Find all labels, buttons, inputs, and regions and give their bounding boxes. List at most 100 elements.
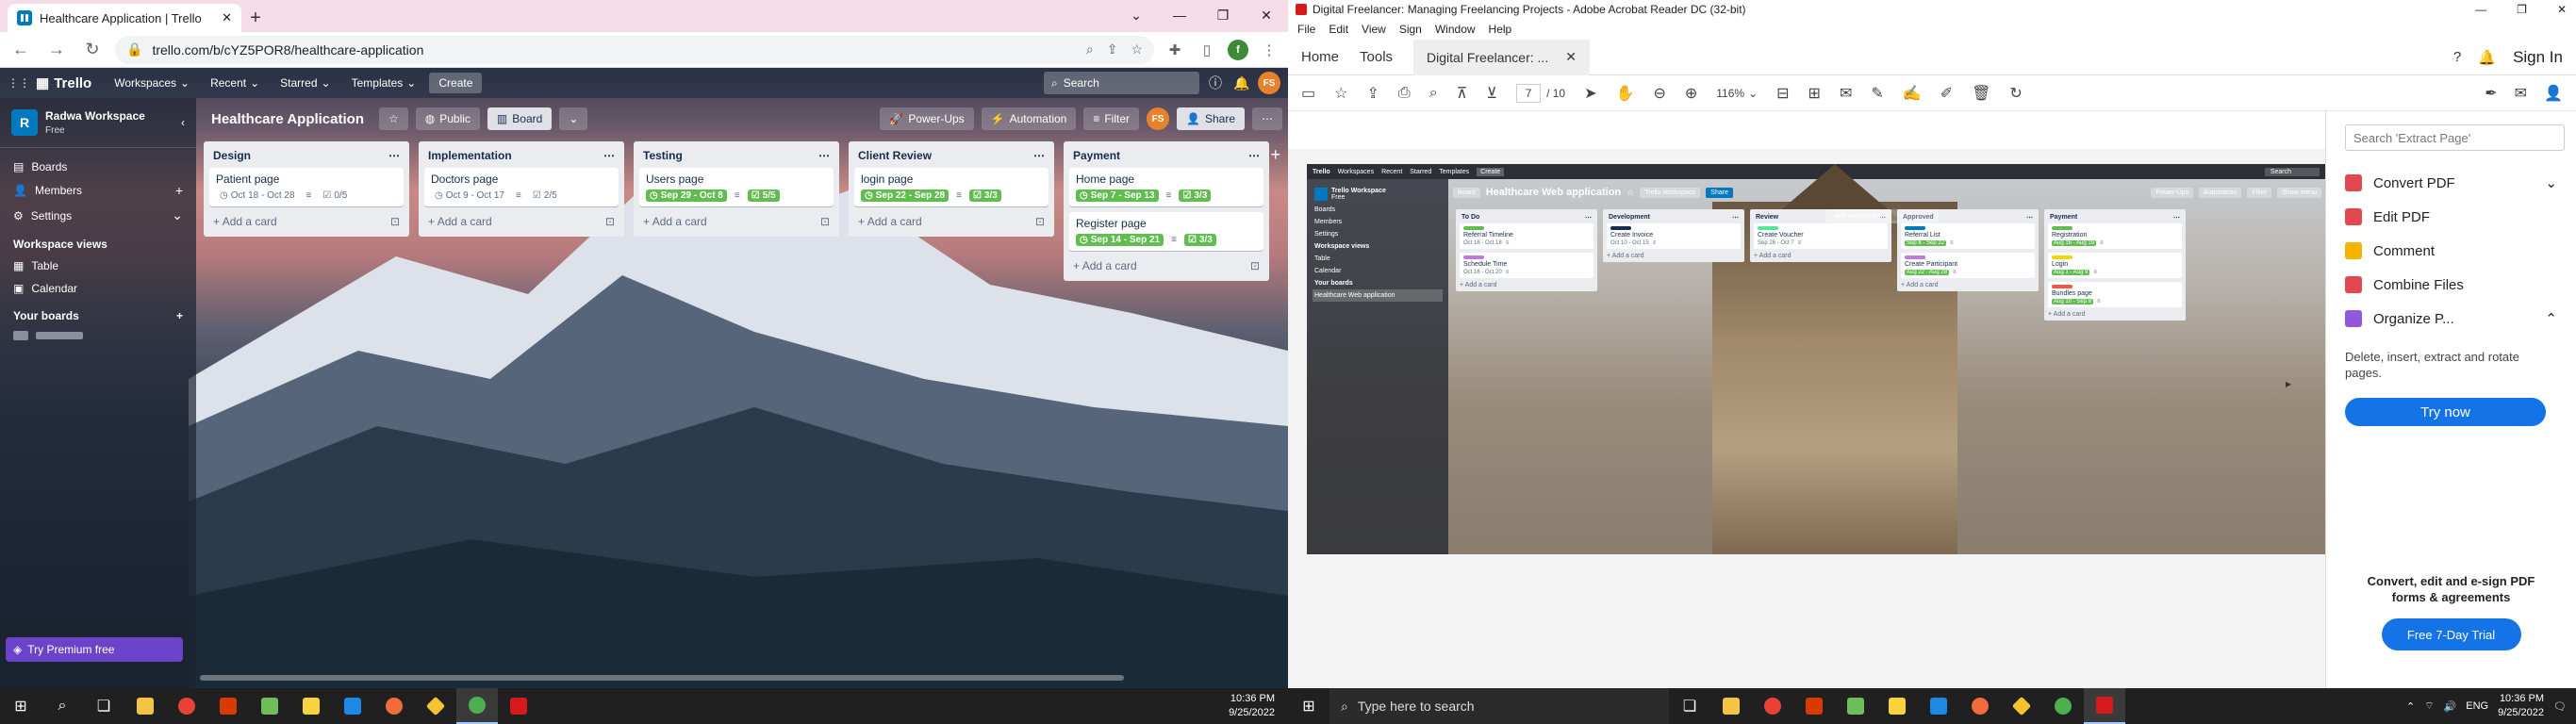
tab-home[interactable]: Home bbox=[1301, 49, 1339, 65]
share-icon[interactable]: ⇪ bbox=[1107, 41, 1118, 58]
trello-logo[interactable]: ▦ Trello bbox=[36, 74, 91, 92]
card-template-icon[interactable]: ⊡ bbox=[1250, 259, 1260, 272]
list-menu-icon[interactable]: ⋯ bbox=[388, 149, 400, 162]
email-icon[interactable]: ✉ bbox=[2515, 84, 2527, 103]
language-indicator[interactable]: ENG bbox=[2466, 700, 2488, 712]
notes-icon[interactable] bbox=[249, 688, 290, 724]
card[interactable]: Register page ◷ Sep 14 - Sep 21 ≡ ☑ 3/3 bbox=[1069, 212, 1263, 251]
help-icon[interactable]: ? bbox=[2453, 49, 2461, 65]
zoom-in-icon[interactable]: ⊕ bbox=[1685, 84, 1697, 103]
tool-item[interactable]: Organize P... ⌃ bbox=[2326, 302, 2576, 336]
restore-button[interactable]: ❐ bbox=[2517, 3, 2527, 16]
back-icon[interactable]: ← bbox=[8, 37, 34, 63]
view-switcher-button[interactable]: ⌄ bbox=[559, 107, 588, 130]
menu-view[interactable]: View bbox=[1362, 23, 1386, 36]
postman-icon[interactable] bbox=[1959, 688, 2001, 724]
card[interactable]: Users page ◷ Sep 29 - Oct 8 ≡ ☑ 5/5 bbox=[639, 168, 834, 206]
network-icon[interactable]: ⌔ bbox=[2424, 699, 2434, 713]
share-button[interactable]: 👤 Share bbox=[1177, 107, 1245, 130]
add-card-button[interactable]: + Add a card ⊡ bbox=[639, 212, 834, 231]
list-menu-icon[interactable]: ⋯ bbox=[1248, 149, 1260, 162]
taskbar-search-box[interactable]: ⌕ Type here to search bbox=[1329, 688, 1669, 724]
draw-icon[interactable]: ✍ bbox=[1903, 84, 1922, 103]
close-button[interactable]: ✕ bbox=[2557, 3, 2567, 16]
vscode-icon[interactable] bbox=[332, 688, 373, 724]
page-down-icon[interactable]: ⊻ bbox=[1486, 84, 1497, 103]
zoom-icon[interactable]: ⌕ bbox=[1086, 41, 1094, 58]
tab-tools[interactable]: Tools bbox=[1360, 49, 1393, 65]
tools-search-input[interactable]: Search 'Extract Page' bbox=[2345, 124, 2565, 151]
list-title[interactable]: Testing bbox=[643, 149, 683, 162]
edit-text-icon[interactable]: ✐ bbox=[1940, 84, 1953, 103]
sign-in-button[interactable]: Sign In bbox=[2513, 48, 2563, 67]
board-menu-button[interactable]: ⋯ bbox=[1252, 107, 1282, 130]
sign-icon[interactable]: ✒ bbox=[2485, 84, 2497, 103]
new-tab-button[interactable]: + bbox=[241, 4, 270, 32]
search-icon[interactable]: ⌕ bbox=[41, 688, 83, 724]
clock[interactable]: 10:36 PM 9/25/2022 bbox=[1229, 692, 1288, 720]
card-template-icon[interactable]: ⊡ bbox=[1035, 215, 1045, 228]
chrome-icon[interactable] bbox=[166, 688, 207, 724]
save-icon[interactable]: ▭ bbox=[1301, 84, 1315, 103]
list-title[interactable]: Implementation bbox=[428, 149, 512, 162]
restore-button[interactable]: ❐ bbox=[1201, 0, 1245, 30]
file-explorer-icon[interactable] bbox=[1710, 688, 1752, 724]
scroll-mode-icon[interactable]: ⊞ bbox=[1808, 84, 1821, 103]
add-card-button[interactable]: + Add a card ⊡ bbox=[854, 212, 1049, 231]
workspace-name[interactable]: Radwa Workspace bbox=[45, 109, 145, 123]
automation-button[interactable]: ⚡ Automation bbox=[981, 107, 1077, 130]
card[interactable]: Doctors page ◷ Oct 9 - Oct 17 ≡ ☑ 2/5 bbox=[424, 168, 619, 206]
filter-button[interactable]: ≡ Filter bbox=[1083, 107, 1140, 130]
trello-search-input[interactable]: ⌕ Search bbox=[1044, 72, 1199, 94]
address-bar[interactable]: 🔒 trello.com/b/cYZ5POR8/healthcare-appli… bbox=[115, 35, 1154, 64]
powerups-button[interactable]: 🚀 Power-Ups bbox=[880, 107, 974, 130]
menu-edit[interactable]: Edit bbox=[1329, 23, 1348, 36]
close-tab-icon[interactable]: ✕ bbox=[222, 10, 232, 25]
try-now-button[interactable]: Try now bbox=[2345, 398, 2546, 426]
list-menu-icon[interactable]: ⋯ bbox=[1033, 149, 1045, 162]
git-icon[interactable] bbox=[415, 688, 456, 724]
notifications-bell-icon[interactable]: 🔔 bbox=[1231, 73, 1252, 93]
postman-icon[interactable] bbox=[373, 688, 415, 724]
hand-tool-icon[interactable]: ✋ bbox=[1616, 84, 1635, 103]
document-area[interactable]: Trello Workspaces Recent Starred Templates … bbox=[1288, 149, 2325, 688]
vscode-icon[interactable] bbox=[1918, 688, 1959, 724]
close-tab-icon[interactable]: ✕ bbox=[1565, 49, 1577, 65]
chrome-active-icon[interactable] bbox=[2042, 688, 2084, 724]
sidebar-item-boards[interactable]: ▤ Boards bbox=[0, 156, 196, 178]
chrome-icon[interactable] bbox=[1752, 688, 1793, 724]
nav-workspaces[interactable]: Workspaces ⌄ bbox=[107, 73, 197, 93]
visibility-button[interactable]: ◍ Public bbox=[415, 107, 480, 130]
due-date-badge[interactable]: ◷ Sep 7 - Sep 13 bbox=[1076, 189, 1159, 202]
due-date-badge[interactable]: ◷ Sep 14 - Sep 21 bbox=[1076, 234, 1164, 246]
tray-chevron-icon[interactable]: ⌃ bbox=[2406, 700, 2415, 713]
list-title[interactable]: Client Review bbox=[858, 149, 932, 162]
card-template-icon[interactable]: ⊡ bbox=[820, 215, 830, 228]
add-member-icon[interactable]: + bbox=[175, 183, 183, 198]
sidebar-item-table[interactable]: ▦ Table bbox=[0, 255, 196, 277]
add-card-button[interactable]: + Add a card ⊡ bbox=[424, 212, 619, 231]
create-button[interactable]: Create bbox=[429, 73, 483, 93]
volume-icon[interactable]: 🔊 bbox=[2444, 700, 2457, 713]
card-template-icon[interactable]: ⊡ bbox=[605, 215, 615, 228]
minimize-button[interactable]: — bbox=[1158, 0, 1201, 30]
due-date-badge[interactable]: ◷ Oct 9 - Oct 17 bbox=[431, 189, 508, 202]
extensions-icon[interactable]: ✚ bbox=[1164, 39, 1186, 61]
sidebar-item-settings[interactable]: ⚙ Settings ⌄ bbox=[0, 203, 196, 228]
nav-recent[interactable]: Recent ⌄ bbox=[203, 73, 267, 93]
try-premium-button[interactable]: ◈ Try Premium free bbox=[6, 637, 183, 662]
add-list-icon[interactable]: + bbox=[1270, 145, 1280, 165]
card[interactable]: Patient page ◷ Oct 18 - Oct 28 ≡ ☑ 0/5 bbox=[209, 168, 404, 206]
nav-templates[interactable]: Templates ⌄ bbox=[344, 73, 424, 93]
notes-icon[interactable] bbox=[1835, 688, 1876, 724]
nav-starred[interactable]: Starred ⌄ bbox=[272, 73, 338, 93]
chrome-active-icon[interactable] bbox=[456, 688, 498, 724]
zoom-search-icon[interactable]: ⌕ bbox=[1429, 85, 1438, 102]
close-button[interactable]: ✕ bbox=[1245, 0, 1288, 30]
card-template-icon[interactable]: ⊡ bbox=[390, 215, 400, 228]
tab-search-icon[interactable]: ⌄ bbox=[1115, 0, 1158, 30]
bookmark-star-icon[interactable]: ☆ bbox=[1131, 41, 1143, 58]
tab-document[interactable]: Digital Freelancer: ... ✕ bbox=[1413, 39, 1590, 75]
start-icon[interactable]: ⊞ bbox=[1288, 688, 1329, 724]
clock[interactable]: 10:36 PM 9/25/2022 bbox=[2498, 692, 2544, 720]
